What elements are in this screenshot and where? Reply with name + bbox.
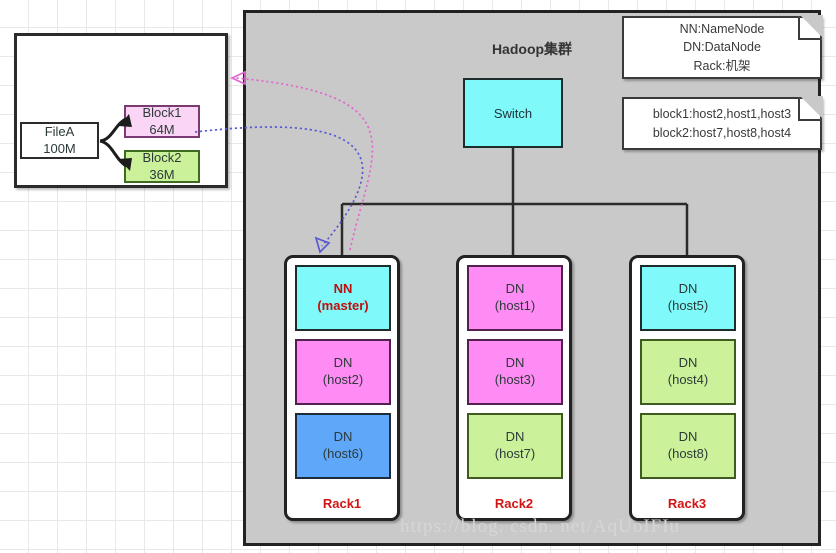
rack3-node-0-role: DN bbox=[678, 281, 698, 297]
block-placement-line-1: block1:host2,host1,host3 bbox=[652, 107, 792, 122]
rack3-node-2-role: DN bbox=[678, 429, 698, 445]
rack-2[interactable]: DN (host1) DN (host3) DN (host7) Rack2 bbox=[456, 255, 572, 521]
rack2-node-1-role: DN bbox=[505, 355, 525, 371]
legend-line-2: DN:DataNode bbox=[683, 40, 761, 55]
rack1-node-2[interactable]: DN (host6) bbox=[295, 413, 391, 479]
block1-name: Block1 bbox=[142, 105, 182, 121]
legend-line-3: Rack:机架 bbox=[693, 58, 751, 73]
rack1-node-1-role: DN bbox=[333, 355, 353, 371]
block1-size: 64M bbox=[149, 121, 175, 137]
rack2-node-2[interactable]: DN (host7) bbox=[467, 413, 563, 479]
switch-node[interactable]: Switch bbox=[463, 78, 563, 148]
rack2-node-2-role: DN bbox=[505, 429, 525, 445]
rack3-node-1[interactable]: DN (host4) bbox=[640, 339, 736, 405]
rack2-node-0-host: (host1) bbox=[494, 298, 536, 313]
rack3-label: Rack3 bbox=[667, 496, 707, 511]
switch-label: Switch bbox=[493, 105, 533, 121]
rack1-node-2-host: (host6) bbox=[322, 446, 364, 461]
rack1-node-0-host: (master) bbox=[317, 298, 369, 313]
rack1-node-2-role: DN bbox=[333, 429, 353, 445]
legend-note: NN:NameNode DN:DataNode Rack:机架 bbox=[622, 15, 823, 79]
rack2-node-2-host: (host7) bbox=[494, 446, 536, 461]
rack1-node-0-role: NN bbox=[333, 281, 353, 297]
file-a-name: FileA bbox=[44, 124, 75, 140]
rack2-node-1-host: (host3) bbox=[494, 372, 536, 387]
rack3-node-0[interactable]: DN (host5) bbox=[640, 265, 736, 331]
rack2-node-1[interactable]: DN (host3) bbox=[467, 339, 563, 405]
rack3-node-1-host: (host4) bbox=[667, 372, 709, 387]
rack3-node-0-host: (host5) bbox=[667, 298, 709, 313]
rack1-node-0[interactable]: NN (master) bbox=[295, 265, 391, 331]
rack-3[interactable]: DN (host5) DN (host4) DN (host8) Rack3 bbox=[629, 255, 745, 521]
file-a-node[interactable]: FileA 100M bbox=[20, 122, 99, 159]
rack2-label: Rack2 bbox=[494, 496, 534, 511]
block1-node[interactable]: Block1 64M bbox=[124, 105, 200, 138]
block2-size: 36M bbox=[149, 166, 175, 182]
block-placement-note: block1:host2,host1,host3 block2:host7,ho… bbox=[622, 96, 823, 150]
block2-name: Block2 bbox=[142, 150, 182, 166]
rack2-node-0[interactable]: DN (host1) bbox=[467, 265, 563, 331]
rack3-node-2[interactable]: DN (host8) bbox=[640, 413, 736, 479]
rack1-label: Rack1 bbox=[322, 496, 362, 511]
rack1-node-1[interactable]: DN (host2) bbox=[295, 339, 391, 405]
block-placement-line-2: block2:host7,host8,host4 bbox=[652, 125, 792, 140]
legend-line-1: NN:NameNode bbox=[679, 22, 765, 37]
file-a-size: 100M bbox=[43, 140, 76, 156]
rack1-node-1-host: (host2) bbox=[322, 372, 364, 387]
rack2-node-0-role: DN bbox=[505, 281, 525, 297]
rack3-node-2-host: (host8) bbox=[667, 446, 709, 461]
rack3-node-1-role: DN bbox=[678, 355, 698, 371]
rack-1[interactable]: NN (master) DN (host2) DN (host6) Rack1 bbox=[284, 255, 400, 521]
block2-node[interactable]: Block2 36M bbox=[124, 150, 200, 183]
